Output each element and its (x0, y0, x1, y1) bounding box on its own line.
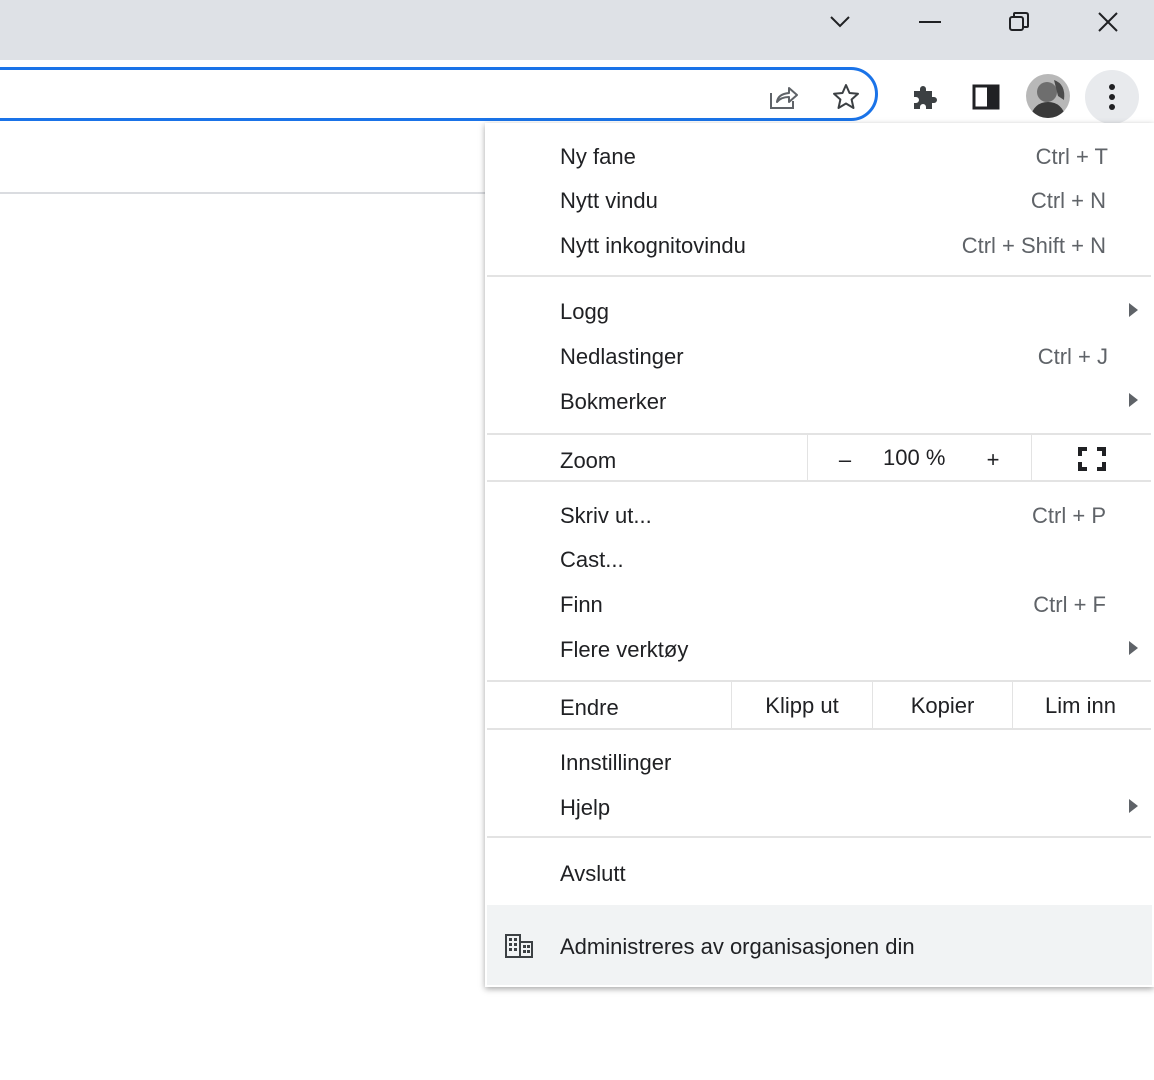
chevron-down-icon (830, 16, 850, 28)
menu-icon (1109, 84, 1115, 110)
tab-search-button[interactable] (796, 0, 884, 44)
shortcut-print: Ctrl + P (1032, 503, 1106, 528)
side-panel-button[interactable] (966, 78, 1006, 116)
menu-item-print[interactable]: Skriv ut... (560, 503, 652, 529)
minimize-icon (919, 21, 941, 23)
close-icon (1098, 12, 1118, 32)
submenu-arrow-icon (1129, 303, 1138, 317)
shortcut-downloads: Ctrl + J (1037, 344, 1108, 369)
zoom-divider (1031, 435, 1032, 481)
menu-item-find[interactable]: Finn (560, 592, 603, 618)
menu-item-bookmarks[interactable]: Bokmerker (560, 389, 666, 415)
title-bar (0, 0, 1154, 60)
submenu-arrow-icon (1129, 641, 1138, 655)
share-icon (770, 87, 798, 109)
managed-by-org-row[interactable]: Administreres av organisasjonen din (487, 905, 1152, 985)
zoom-level-value: 100 % (883, 445, 946, 470)
zoom-out-button[interactable]: – (835, 447, 855, 473)
copy-button[interactable]: Kopier (873, 693, 1012, 719)
shortcut-new-incognito: Ctrl + Shift + N (961, 233, 1106, 258)
menu-separator (487, 275, 1151, 277)
share-button[interactable] (764, 80, 802, 114)
menu-separator (487, 433, 1151, 435)
chrome-menu-button[interactable] (1085, 70, 1139, 124)
submenu-arrow-icon (1129, 799, 1138, 813)
minimize-button[interactable] (886, 0, 974, 44)
extensions-button[interactable] (904, 78, 944, 116)
cut-button[interactable]: Klipp ut (732, 693, 872, 719)
restore-button[interactable] (975, 0, 1063, 44)
bookmark-star-button[interactable] (826, 80, 866, 114)
profile-photo-icon (1026, 74, 1070, 118)
menu-item-new-window[interactable]: Nytt vindu (560, 188, 658, 214)
menu-item-downloads[interactable]: Nedlastinger (560, 344, 684, 370)
menu-separator (487, 836, 1151, 838)
shortcut-new-tab: Ctrl + T (1035, 144, 1108, 169)
menu-item-new-tab[interactable]: Ny fane (560, 144, 636, 170)
menu-item-exit[interactable]: Avslutt (560, 861, 626, 887)
submenu-arrow-icon (1129, 393, 1138, 407)
menu-separator (487, 480, 1151, 482)
menu-separator (487, 680, 1151, 682)
close-window-button[interactable] (1064, 0, 1152, 44)
fullscreen-icon (1078, 447, 1106, 471)
restore-icon (1009, 12, 1029, 31)
menu-item-history[interactable]: Logg (560, 299, 609, 325)
avatar[interactable] (1026, 74, 1070, 118)
zoom-in-button[interactable]: + (983, 447, 1003, 473)
menu-item-new-incognito[interactable]: Nytt inkognitovindu (560, 233, 746, 259)
paste-button[interactable]: Lim inn (1013, 693, 1148, 719)
fullscreen-button[interactable] (1077, 445, 1107, 473)
address-bar[interactable] (0, 67, 878, 121)
menu-item-more-tools[interactable]: Flere verktøy (560, 637, 688, 663)
menu-item-zoom-label: Zoom (560, 448, 617, 473)
building-icon (505, 934, 533, 958)
chrome-menu: Ny fane Ctrl + T Nytt vindu Ctrl + N Nyt… (485, 123, 1154, 987)
shortcut-find: Ctrl + F (1033, 592, 1106, 617)
side-panel-icon (972, 84, 1000, 110)
zoom-divider (807, 435, 808, 481)
menu-item-edit-label: Endre (560, 695, 619, 720)
menu-item-help[interactable]: Hjelp (560, 795, 610, 821)
managed-by-org-label: Administreres av organisasjonen din (560, 934, 915, 959)
extensions-icon (914, 86, 937, 109)
menu-separator (487, 728, 1151, 730)
star-icon (833, 84, 859, 109)
menu-item-cast[interactable]: Cast... (560, 547, 624, 573)
menu-item-settings[interactable]: Innstillinger (560, 750, 671, 776)
shortcut-new-window: Ctrl + N (1030, 188, 1106, 213)
